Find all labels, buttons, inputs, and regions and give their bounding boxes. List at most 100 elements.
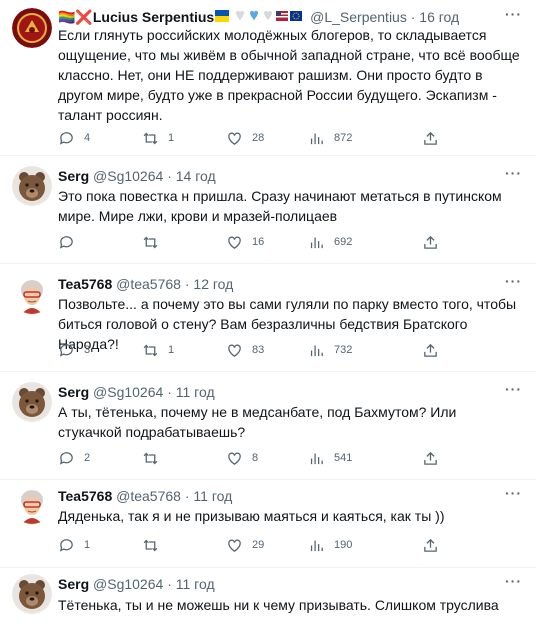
like-button[interactable]: 29 [226,536,264,554]
retweet-icon [143,539,158,551]
share-icon [424,131,437,145]
share-button[interactable] [422,129,448,147]
views-button[interactable]: 732 [308,341,352,359]
avatar[interactable] [12,8,52,48]
tweet-text: Это пока повестка н пришла. Сразу начина… [58,188,502,224]
display-name[interactable]: Tea5768 [58,276,112,292]
user-handle[interactable]: @Sg10264 [93,384,163,400]
user-handle[interactable]: @L_Serpentius [310,9,407,25]
like-count: 8 [252,452,259,464]
avatar[interactable] [12,574,52,614]
more-options-icon[interactable]: ··· [505,485,522,501]
display-name[interactable]: 🏳️‍🌈❌Lucius Serpentius [58,9,214,25]
reply-button[interactable] [58,233,84,251]
timestamp[interactable]: 16 год [419,9,459,25]
tweet[interactable]: Serg @Sg10264 · 11 год ··· А ты, тётеньк… [0,372,536,480]
separator-dot: · [184,276,190,292]
timestamp[interactable]: 11 год [176,576,215,592]
reply-icon [59,343,73,357]
avatar[interactable] [12,166,52,206]
user-handle[interactable]: @Sg10264 [93,576,163,592]
views-icon [310,237,323,248]
share-icon [424,451,437,465]
tweet-text: А ты, тётенька, почему не в медсанбате, … [58,404,457,440]
views-icon [310,345,323,356]
reply-button[interactable]: 2 [58,449,90,467]
tweet-actions: 16 692 [58,233,468,251]
more-options-icon[interactable]: ··· [505,165,522,181]
share-button[interactable] [422,233,448,251]
like-count: 28 [252,132,265,144]
display-name[interactable]: Serg [58,576,89,592]
views-button[interactable]: 541 [308,449,352,467]
timestamp[interactable]: 11 год [176,384,215,400]
share-icon [424,235,437,249]
display-name[interactable]: Serg [58,168,89,184]
retweet-button[interactable]: 1 [142,129,174,147]
separator-dot: · [410,9,416,25]
timestamp[interactable]: 11 год [193,488,232,504]
avatar[interactable] [12,274,52,314]
views-count: 541 [334,452,353,464]
reply-count: 4 [84,132,91,144]
separator-dot: · [184,488,190,504]
reply-button[interactable]: 1 [58,536,90,554]
user-handle[interactable]: @tea5768 [116,488,181,504]
like-count: 16 [252,236,265,248]
reply-icon [59,538,73,552]
reply-icon [59,235,73,249]
share-button[interactable] [422,536,448,554]
views-button[interactable]: 692 [308,233,352,251]
retweet-button[interactable] [142,233,168,251]
user-handle[interactable]: @Sg10264 [93,168,163,184]
reply-count: 2 [84,452,91,464]
reply-button[interactable]: 3 [58,341,90,359]
views-count: 190 [334,539,353,551]
like-button[interactable]: 16 [226,233,264,251]
reply-icon [59,131,73,145]
tweet[interactable]: Serg @Sg10264 · 11 год ··· Тётенька, ты … [0,568,536,627]
tweet-text: Если глянуть российских молодёжных блоге… [58,27,520,123]
tweet[interactable]: Tea5768 @tea5768 · 12 год ··· Позвольте.… [0,264,536,372]
timestamp[interactable]: 12 год [193,276,233,292]
reply-count: 3 [84,344,91,356]
tweet-header: Tea5768 @tea5768 · 12 год [58,275,524,293]
more-options-icon[interactable]: ··· [505,273,522,289]
avatar[interactable] [12,382,52,422]
tweet-header: Serg @Sg10264 · 11 год [58,383,524,401]
share-button[interactable] [422,449,448,467]
heart-icon [228,539,241,552]
display-name[interactable]: Tea5768 [58,488,112,504]
tweet-header: Tea5768 @tea5768 · 11 год [58,487,524,505]
tweet-actions: 1 29 190 [58,536,468,554]
separator-dot: · [167,576,172,592]
separator-dot: · [167,168,172,184]
tweet-actions: 3 1 83 732 [58,341,468,359]
reply-count: 1 [84,539,91,551]
more-options-icon[interactable]: ··· [505,381,522,397]
avatar[interactable] [12,484,52,524]
reply-button[interactable]: 4 [58,129,90,147]
tweet-actions: 4 1 28 872 [58,129,468,147]
retweet-count: 1 [168,344,175,356]
like-button[interactable]: 8 [226,449,258,467]
views-icon [310,540,323,551]
like-button[interactable]: 28 [226,129,264,147]
tweet[interactable]: 🏳️‍🌈❌Lucius Serpentius @L_Serpentius · 1… [0,0,536,156]
display-name[interactable]: Serg [58,384,89,400]
views-icon [310,133,323,144]
tweet[interactable]: Tea5768 @tea5768 · 11 год ··· Дяденька, … [0,480,536,568]
views-button[interactable]: 190 [308,536,352,554]
share-button[interactable] [422,341,448,359]
tweet-header: Serg @Sg10264 · 11 год [58,575,524,593]
retweet-button[interactable] [142,449,168,467]
more-options-icon[interactable]: ··· [505,573,522,589]
retweet-button[interactable] [142,536,168,554]
user-handle[interactable]: @tea5768 [116,276,181,292]
retweet-button[interactable]: 1 [142,341,174,359]
tweet[interactable]: Serg @Sg10264 · 14 год ··· Это пока пове… [0,156,536,264]
views-button[interactable]: 872 [308,129,352,147]
more-options-icon[interactable]: ··· [505,6,522,22]
timestamp[interactable]: 14 год [176,168,216,184]
like-button[interactable]: 83 [226,341,264,359]
